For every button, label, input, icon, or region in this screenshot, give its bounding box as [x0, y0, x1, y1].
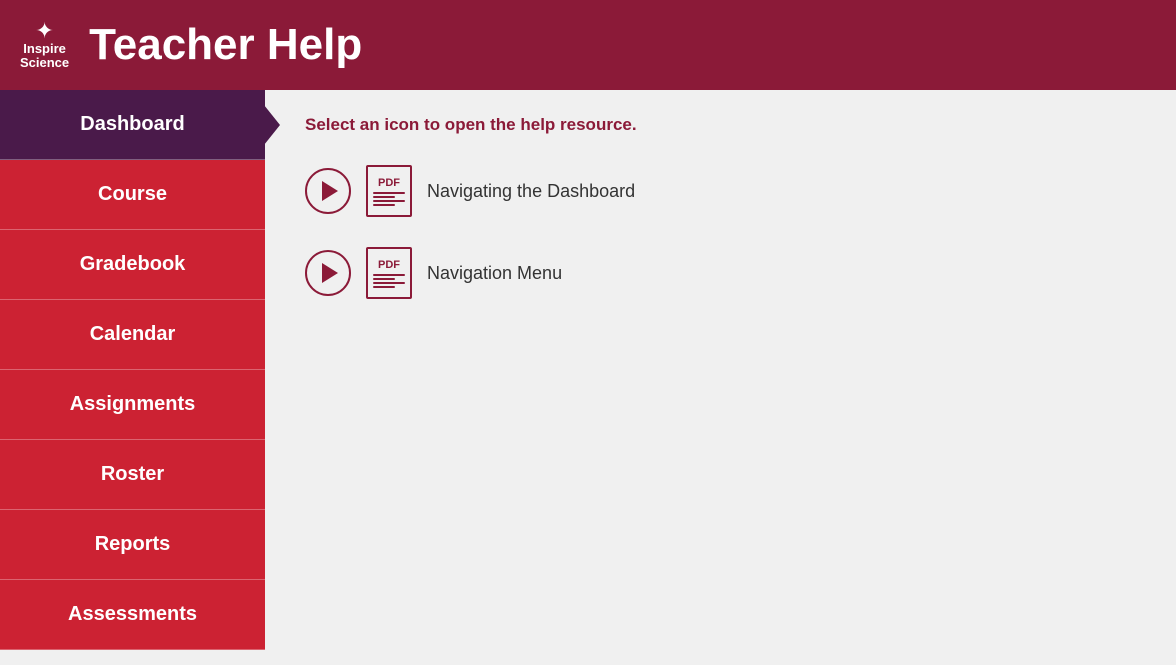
pdf-line — [373, 286, 395, 288]
sidebar-item-reports[interactable]: Reports — [0, 510, 265, 580]
content-area: Select an icon to open the help resource… — [265, 90, 1176, 665]
help-item-navigation-menu[interactable]: PDF Navigation Menu — [305, 247, 1136, 299]
sidebar-item-course[interactable]: Course — [0, 160, 265, 230]
help-item-label: Navigation Menu — [427, 263, 562, 284]
pdf-icon-2[interactable]: PDF — [366, 247, 412, 299]
logo: ✦ Inspire Science — [20, 20, 69, 71]
sidebar: Dashboard Course Gradebook Calendar Assi… — [0, 90, 265, 665]
sidebar-item-roster[interactable]: Roster — [0, 440, 265, 510]
help-item-navigating-dashboard[interactable]: PDF Navigating the Dashboard — [305, 165, 1136, 217]
logo-icon: ✦ — [35, 20, 53, 42]
logo-text: Inspire Science — [20, 42, 69, 71]
sidebar-item-gradebook[interactable]: Gradebook — [0, 230, 265, 300]
sidebar-item-dashboard[interactable]: Dashboard — [0, 90, 265, 160]
play-triangle-icon — [322, 263, 338, 283]
help-item-label: Navigating the Dashboard — [427, 181, 635, 202]
pdf-line — [373, 274, 405, 276]
pdf-line — [373, 278, 395, 280]
play-triangle-icon — [322, 181, 338, 201]
main-layout: Dashboard Course Gradebook Calendar Assi… — [0, 90, 1176, 665]
page-title: Teacher Help — [89, 20, 362, 70]
header: ✦ Inspire Science Teacher Help — [0, 0, 1176, 90]
play-icon-1[interactable] — [305, 168, 351, 214]
sidebar-item-assessments[interactable]: Assessments — [0, 580, 265, 650]
play-icon-2[interactable] — [305, 250, 351, 296]
pdf-icon-1[interactable]: PDF — [366, 165, 412, 217]
pdf-line — [373, 282, 405, 284]
pdf-line — [373, 192, 405, 194]
content-instruction: Select an icon to open the help resource… — [305, 115, 1136, 135]
sidebar-item-assignments[interactable]: Assignments — [0, 370, 265, 440]
pdf-line — [373, 196, 395, 198]
pdf-line — [373, 204, 395, 206]
pdf-line — [373, 200, 405, 202]
sidebar-item-calendar[interactable]: Calendar — [0, 300, 265, 370]
